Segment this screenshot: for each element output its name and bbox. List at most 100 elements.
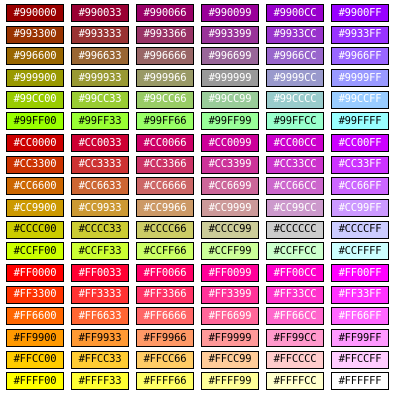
color-swatch: #99CCCC	[266, 90, 324, 109]
color-swatch: #FF3366	[136, 285, 194, 304]
color-swatch: #FFFF00	[6, 372, 64, 391]
color-swatch-grid: #990000 #990033 #990066 #990099 #9900CC #9900…	[6, 4, 390, 391]
color-swatch: #99CC99	[201, 90, 259, 109]
color-swatch: #993333	[71, 25, 129, 44]
color-swatch: #9900CC	[266, 4, 324, 22]
color-swatch: #CC9966	[136, 198, 194, 217]
color-swatch: #996666	[136, 47, 194, 66]
color-swatch: #CC99CC	[266, 198, 324, 217]
color-swatch: #FF66FF	[331, 307, 389, 326]
color-swatch: #FFFF66	[136, 372, 194, 391]
color-swatch: #CC0000	[6, 133, 64, 152]
color-swatch: #993300	[6, 25, 64, 44]
color-swatch: #9999FF	[331, 68, 389, 87]
color-swatch: #99FF33	[71, 112, 129, 131]
color-swatch: #9933CC	[266, 25, 324, 44]
color-swatch: #99FF66	[136, 112, 194, 131]
color-swatch: #99FF99	[201, 112, 259, 131]
color-swatch: #FF3333	[71, 285, 129, 304]
color-swatch: #CCCC33	[71, 220, 129, 239]
color-swatch: #999966	[136, 68, 194, 87]
color-swatch: #990099	[201, 4, 259, 22]
color-swatch: #CC3399	[201, 155, 259, 174]
color-swatch: #CC0033	[71, 133, 129, 152]
color-swatch: #CCFFCC	[266, 242, 324, 261]
color-swatch: #FFFFFF	[331, 372, 389, 391]
color-swatch: #FF6633	[71, 307, 129, 326]
color-swatch: #996633	[71, 47, 129, 66]
color-swatch: #FFCC00	[6, 350, 64, 369]
color-swatch: #99FFFF	[331, 112, 389, 131]
color-swatch: #FF0000	[6, 263, 64, 282]
color-swatch: #FF6699	[201, 307, 259, 326]
color-swatch: #999900	[6, 68, 64, 87]
color-swatch: #FF00CC	[266, 263, 324, 282]
color-swatch: #FFCC99	[201, 350, 259, 369]
color-swatch: #CC0099	[201, 133, 259, 152]
color-swatch: #CC9900	[6, 198, 64, 217]
color-swatch: #FFCC33	[71, 350, 129, 369]
color-swatch: #FF66CC	[266, 307, 324, 326]
color-swatch: #9966FF	[331, 47, 389, 66]
color-swatch: #FF9900	[6, 328, 64, 347]
color-swatch: #CC33FF	[331, 155, 389, 174]
color-swatch: #990000	[6, 4, 64, 22]
color-swatch: #CC3333	[71, 155, 129, 174]
color-swatch: #FF33CC	[266, 285, 324, 304]
color-swatch: #CC6600	[6, 177, 64, 196]
color-swatch: #9933FF	[331, 25, 389, 44]
color-swatch: #FF9999	[201, 328, 259, 347]
color-swatch: #CC66CC	[266, 177, 324, 196]
color-swatch: #FF99CC	[266, 328, 324, 347]
color-swatch: #999999	[201, 68, 259, 87]
color-swatch: #9966CC	[266, 47, 324, 66]
color-swatch: #CC99FF	[331, 198, 389, 217]
color-swatch: #CCFFFF	[331, 242, 389, 261]
color-swatch: #99CC33	[71, 90, 129, 109]
color-swatch: #FFCCFF	[331, 350, 389, 369]
color-swatch: #9999CC	[266, 68, 324, 87]
color-swatch: #CCFF00	[6, 242, 64, 261]
color-swatch: #FFFF99	[201, 372, 259, 391]
color-swatch: #99CC00	[6, 90, 64, 109]
color-swatch: #9900FF	[331, 4, 389, 22]
color-swatch: #990066	[136, 4, 194, 22]
color-swatch: #CC6666	[136, 177, 194, 196]
color-swatch: #CC9933	[71, 198, 129, 217]
color-swatch: #FF9966	[136, 328, 194, 347]
color-swatch: #FF6600	[6, 307, 64, 326]
color-swatch: #CCFF33	[71, 242, 129, 261]
color-swatch: #CCCC66	[136, 220, 194, 239]
color-swatch: #CC66FF	[331, 177, 389, 196]
color-swatch: #FF3300	[6, 285, 64, 304]
color-swatch: #CCCCCC	[266, 220, 324, 239]
color-swatch: #FF9933	[71, 328, 129, 347]
color-swatch: #999933	[71, 68, 129, 87]
color-swatch: #CC6699	[201, 177, 259, 196]
color-swatch: #99FFCC	[266, 112, 324, 131]
color-swatch: #CC3366	[136, 155, 194, 174]
color-swatch: #99FF00	[6, 112, 64, 131]
color-swatch: #FF0033	[71, 263, 129, 282]
color-swatch: #FFCC66	[136, 350, 194, 369]
color-swatch: #CC9999	[201, 198, 259, 217]
color-swatch: #CC00FF	[331, 133, 389, 152]
color-swatch: #CCCCFF	[331, 220, 389, 239]
color-swatch: #993366	[136, 25, 194, 44]
color-swatch: #99CCFF	[331, 90, 389, 109]
color-swatch: #CC0066	[136, 133, 194, 152]
color-swatch: #993399	[201, 25, 259, 44]
color-swatch: #FF00FF	[331, 263, 389, 282]
color-swatch: #CC00CC	[266, 133, 324, 152]
color-swatch: #FFFFCC	[266, 372, 324, 391]
color-swatch: #CC6633	[71, 177, 129, 196]
color-swatch: #CC33CC	[266, 155, 324, 174]
color-swatch: #CCCC00	[6, 220, 64, 239]
color-swatch: #990033	[71, 4, 129, 22]
color-swatch: #FFCCCC	[266, 350, 324, 369]
color-swatch: #996699	[201, 47, 259, 66]
color-swatch: #CCFF99	[201, 242, 259, 261]
color-swatch: #996600	[6, 47, 64, 66]
color-swatch: #FF0066	[136, 263, 194, 282]
color-swatch: #FF6666	[136, 307, 194, 326]
